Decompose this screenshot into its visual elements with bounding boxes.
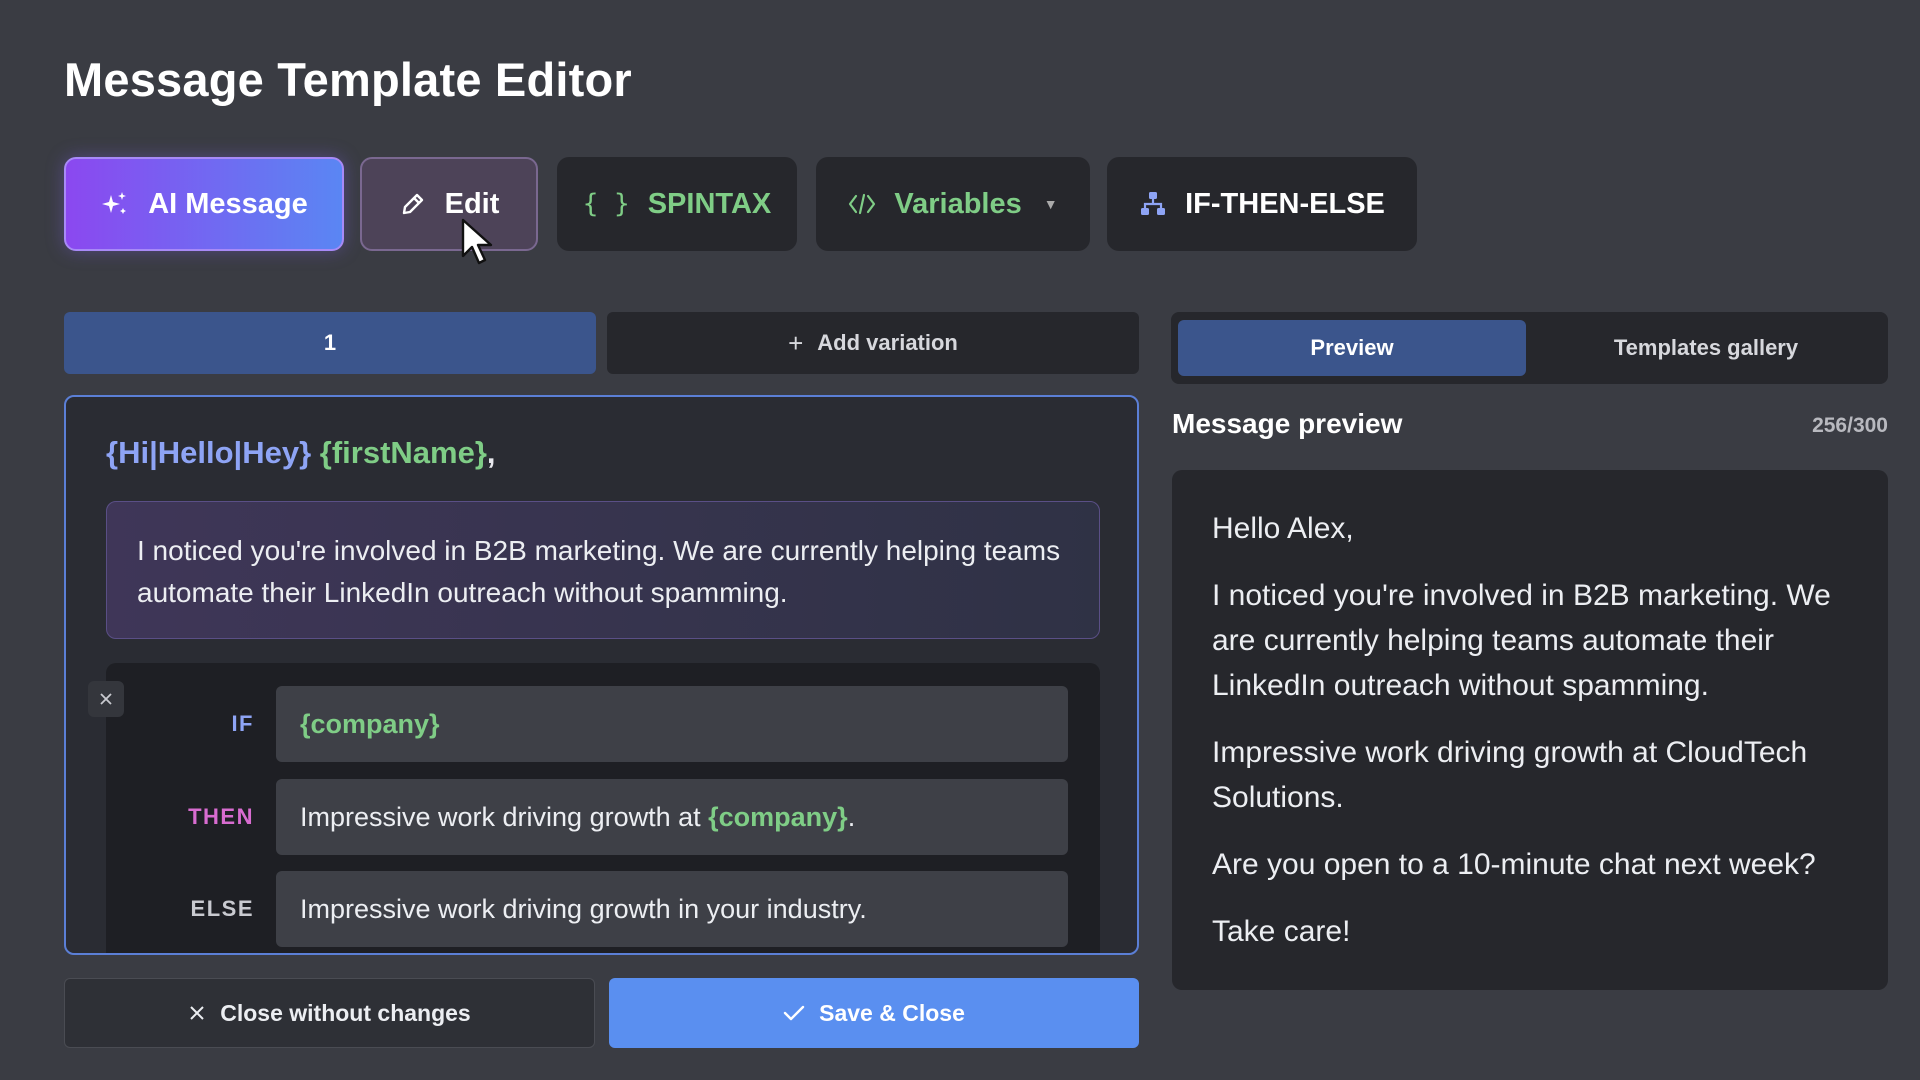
if-condition-field[interactable]: {company} — [276, 686, 1068, 762]
sparkles-icon — [100, 189, 130, 219]
add-variation-button[interactable]: + Add variation — [607, 312, 1139, 374]
check-icon — [783, 1005, 805, 1021]
chevron-down-icon: ▼ — [1043, 196, 1058, 212]
spintax-label: SPINTAX — [647, 187, 772, 220]
close-label: Close without changes — [220, 999, 471, 1026]
preview-line: Are you open to a 10-minute chat next we… — [1212, 848, 1816, 881]
then-field[interactable]: Impressive work driving growth at {compa… — [276, 779, 1068, 855]
greeting-variable: {firstName} — [319, 435, 487, 470]
character-count: 256/300 — [1812, 414, 1888, 437]
preview-line: Take care! — [1212, 915, 1351, 948]
then-variable: {company} — [708, 801, 848, 832]
plus-icon: + — [788, 327, 804, 358]
save-label: Save & Close — [819, 999, 965, 1026]
ai-message-button[interactable]: AI Message — [64, 157, 344, 251]
if-then-else-label: IF-THEN-ELSE — [1185, 187, 1385, 220]
spintax-button[interactable]: { } SPINTAX — [557, 157, 797, 251]
variables-dropdown[interactable]: Variables ▼ — [816, 157, 1090, 251]
message-preview: Hello Alex, I noticed you're involved in… — [1172, 470, 1888, 990]
variables-label: Variables — [894, 187, 1022, 220]
then-prefix: Impressive work driving growth at — [300, 801, 709, 832]
if-condition-value: {company} — [300, 708, 440, 739]
preview-line: Hello Alex, — [1212, 512, 1354, 545]
preview-line: I noticed you're involved in B2B marketi… — [1212, 579, 1831, 702]
variation-tab-1[interactable]: 1 — [64, 312, 596, 374]
ai-message-block[interactable]: I noticed you're involved in B2B marketi… — [106, 501, 1100, 639]
close-icon — [190, 1006, 204, 1020]
greeting-spintax: {Hi|Hello|Hey} — [106, 435, 312, 470]
pencil-icon — [399, 190, 427, 218]
then-label: THEN — [188, 804, 254, 829]
edit-button[interactable]: Edit — [360, 157, 538, 251]
tab-templates-gallery[interactable]: Templates gallery — [1531, 320, 1881, 376]
add-variation-label: Add variation — [817, 330, 958, 355]
then-suffix: . — [847, 801, 856, 832]
greeting-comma: , — [486, 435, 496, 470]
greeting-line: {Hi|Hello|Hey} {firstName}, — [106, 435, 496, 471]
braces-icon: { } — [582, 189, 630, 219]
code-icon — [848, 192, 876, 216]
edit-label: Edit — [444, 187, 500, 220]
ai-message-label: AI Message — [148, 187, 308, 220]
else-value: Impressive work driving growth in your i… — [300, 893, 867, 924]
hierarchy-icon — [1139, 190, 1167, 218]
if-then-else-button[interactable]: IF-THEN-ELSE — [1107, 157, 1417, 251]
remove-condition-button[interactable] — [88, 681, 124, 717]
close-without-changes-button[interactable]: Close without changes — [64, 978, 595, 1048]
page-title: Message Template Editor — [64, 53, 632, 106]
tab-preview[interactable]: Preview — [1178, 320, 1526, 376]
else-label: ELSE — [190, 896, 254, 921]
preview-line: Impressive work driving growth at CloudT… — [1212, 736, 1808, 814]
right-panel-tabs: Preview Templates gallery — [1171, 312, 1888, 384]
else-field[interactable]: Impressive work driving growth in your i… — [276, 871, 1068, 947]
if-label: IF — [231, 711, 254, 736]
save-and-close-button[interactable]: Save & Close — [609, 978, 1139, 1048]
mouse-cursor-icon — [461, 218, 493, 265]
message-preview-title: Message preview — [1172, 408, 1403, 439]
close-icon — [100, 693, 112, 705]
